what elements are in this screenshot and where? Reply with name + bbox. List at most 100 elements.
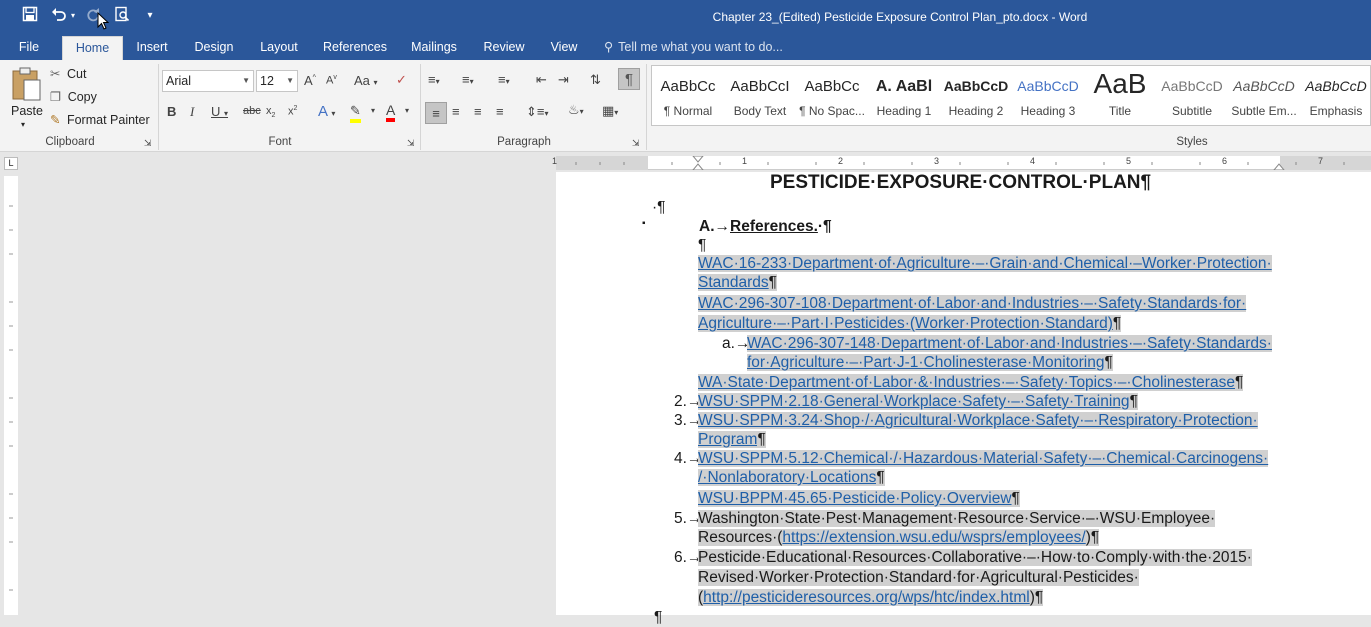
align-center-icon[interactable]: ≡ (452, 104, 460, 119)
style-subtle-emphasis[interactable]: AaBbCcD Subtle Em... (1228, 66, 1300, 126)
link-text[interactable]: WSU·SPPM·2.18·General·Workplace·Safety·–… (698, 393, 1130, 410)
reference-link[interactable]: WAC·296-307-108·Department·of·Labor·and·… (698, 294, 1247, 313)
pilcrow: ¶ (757, 431, 766, 448)
bold-icon[interactable]: B (167, 104, 176, 119)
print-preview-icon[interactable] (113, 6, 131, 26)
employees-link[interactable]: https://extension.wsu.edu/wsprs/employee… (782, 529, 1086, 546)
reference-link[interactable]: WAC·296-307-148·Department·of·Labor·and·… (747, 334, 1272, 353)
shading-icon[interactable]: ♨▾ (568, 102, 584, 118)
style-heading-2[interactable]: AaBbCcD Heading 2 (940, 66, 1012, 126)
change-case-icon[interactable]: Aa ▾ (354, 73, 378, 88)
chevron-down-icon[interactable]: ▼ (286, 71, 294, 91)
vertical-ruler[interactable] (4, 176, 18, 615)
dialog-launcher-icon[interactable]: ⇲ (407, 138, 415, 149)
tab-file[interactable]: File (8, 36, 50, 60)
tab-review[interactable]: Review (476, 36, 532, 60)
style-normal[interactable]: AaBbCc ¶ Normal (652, 66, 724, 126)
link-text[interactable]: Agriculture·–·Part·I·Pesticides·(Worker·… (698, 315, 1113, 332)
style-heading-3[interactable]: AaBbCcD Heading 3 (1012, 66, 1084, 126)
strikethrough-icon[interactable]: abc (243, 105, 261, 117)
customize-toolbar-icon[interactable]: ▾ (144, 6, 156, 26)
undo-icon[interactable] (50, 6, 68, 26)
reference-link[interactable]: WSU·SPPM·3.24·Shop·/·Agricultural·Workpl… (698, 411, 1258, 430)
style-no-spacing[interactable]: AaBbCc ¶ No Spac... (796, 66, 868, 126)
link-text[interactable]: Program (698, 431, 758, 448)
decrease-indent-icon[interactable]: ⇤ (536, 72, 547, 88)
font-color-icon[interactable]: A (386, 102, 396, 122)
sort-icon[interactable]: ⇅ (590, 72, 601, 88)
align-left-icon[interactable]: ≡ (425, 102, 447, 124)
reference-link[interactable]: WSU·SPPM·2.18·General·Workplace·Safety·–… (698, 392, 1138, 411)
chevron-down-icon[interactable]: ▼ (242, 71, 250, 91)
tab-mailings[interactable]: Mailings (404, 36, 464, 60)
reference-link[interactable]: for·Agriculture·–·Part·J-1·Cholinesteras… (747, 353, 1113, 372)
reference-link[interactable]: Agriculture·–·Part·I·Pesticides·(Worker·… (698, 314, 1122, 333)
format-painter-button[interactable]: ✎ Format Painter (50, 112, 150, 127)
save-icon[interactable] (20, 6, 40, 26)
reference-link[interactable]: Program¶ (698, 430, 766, 449)
subscript-icon[interactable]: x2 (266, 105, 275, 119)
reference-link[interactable]: WSU·BPPM·45.65·Pesticide·Policy·Overview… (698, 489, 1020, 508)
pesticide-resources-link[interactable]: http://pesticideresources.org/wps/htc/in… (703, 589, 1030, 606)
reference-link[interactable]: WAC·16-233·Department·of·Agriculture·–·G… (698, 254, 1272, 273)
tab-view[interactable]: View (544, 36, 584, 60)
link-text[interactable]: WA·State·Department·of·Labor·&·Industrie… (698, 374, 1235, 391)
reference-link[interactable]: Standards¶ (698, 273, 777, 292)
reference-link[interactable]: WSU·SPPM·5.12·Chemical·/·Hazardous·Mater… (698, 449, 1269, 468)
link-text[interactable]: WSU·SPPM·5.12·Chemical·/·Hazardous·Mater… (698, 450, 1269, 467)
paste-button[interactable]: Paste ▾ (8, 64, 44, 129)
link-text[interactable]: WAC·296-307-148·Department·of·Labor·and·… (747, 335, 1272, 352)
font-name-box[interactable]: Arial ▼ (162, 70, 254, 92)
link-text[interactable]: WAC·296-307-108·Department·of·Labor·and·… (698, 295, 1247, 312)
highlight-icon[interactable]: ✎ (350, 103, 361, 123)
reference-link[interactable]: /·Nonlaboratory·Locations¶ (698, 468, 885, 487)
tell-me-box[interactable]: ⚲ Tell me what you want to do... (604, 36, 783, 60)
chevron-down-icon[interactable]: ▾ (405, 106, 409, 115)
horizontal-ruler[interactable]: 1 1 2 3 4 5 6 7 (552, 156, 1371, 170)
dialog-launcher-icon[interactable]: ⇲ (632, 138, 640, 149)
font-size-box[interactable]: 12 ▼ (256, 70, 298, 92)
multilevel-list-icon[interactable]: ≡▾ (498, 72, 510, 87)
link-text[interactable]: Standards (698, 274, 769, 291)
document-page[interactable]: PESTICIDE·EXPOSURE·CONTROL·PLAN¶ ·¶ ▪ A.… (556, 172, 1371, 626)
link-text[interactable]: WSU·BPPM·45.65·Pesticide·Policy·Overview (698, 490, 1012, 507)
grow-font-icon[interactable]: A^ (304, 73, 316, 88)
link-text[interactable]: WSU·SPPM·3.24·Shop·/·Agricultural·Workpl… (698, 412, 1258, 429)
dialog-launcher-icon[interactable]: ⇲ (144, 138, 152, 149)
reference-link[interactable]: WA·State·Department·of·Labor·&·Industrie… (698, 373, 1244, 392)
tab-selector-icon[interactable]: L (4, 157, 18, 170)
chevron-down-icon[interactable]: ▾ (371, 106, 375, 115)
reference-text: Pesticide·Educational·Resources·Collabor… (698, 548, 1252, 567)
underline-icon[interactable]: U ▾ (211, 104, 228, 119)
style-heading-1[interactable]: A. AaBl Heading 1 (868, 66, 940, 126)
cut-button[interactable]: ✂ Cut (50, 66, 86, 81)
line-spacing-icon[interactable]: ⇕≡▾ (526, 104, 549, 120)
shrink-font-icon[interactable]: Av (326, 74, 337, 87)
style-body-text[interactable]: AaBbCcI Body Text (724, 66, 796, 126)
clear-formatting-icon[interactable]: ✓ (396, 72, 407, 88)
link-text[interactable]: WAC·16-233·Department·of·Agriculture·–·G… (698, 255, 1272, 272)
style-subtitle[interactable]: AaBbCcD Subtitle (1156, 66, 1228, 126)
tab-insert[interactable]: Insert (128, 36, 176, 60)
superscript-icon[interactable]: x2 (288, 105, 297, 118)
borders-icon[interactable]: ▦▾ (602, 103, 618, 119)
style-title[interactable]: AaB Title (1084, 66, 1156, 126)
tab-design[interactable]: Design (186, 36, 242, 60)
tab-references[interactable]: References (318, 36, 392, 60)
show-formatting-marks-icon[interactable]: ¶ (618, 68, 640, 90)
paste-dropdown-icon[interactable]: ▾ (21, 120, 25, 129)
increase-indent-icon[interactable]: ⇥ (558, 72, 569, 88)
link-text[interactable]: /·Nonlaboratory·Locations (698, 469, 877, 486)
tab-home[interactable]: Home (62, 36, 123, 60)
bullets-icon[interactable]: ≡▾ (428, 72, 440, 87)
text-effects-icon[interactable]: A ▾ (318, 103, 335, 120)
copy-button[interactable]: ❐ Copy (50, 89, 97, 104)
numbering-icon[interactable]: ≡▾ (462, 72, 474, 87)
style-emphasis[interactable]: AaBbCcD Emphasis (1300, 66, 1371, 126)
justify-icon[interactable]: ≡ (496, 104, 504, 119)
align-right-icon[interactable]: ≡ (474, 104, 482, 119)
link-text[interactable]: for·Agriculture·–·Part·J-1·Cholinesteras… (747, 354, 1105, 371)
italic-icon[interactable]: I (190, 104, 194, 120)
undo-dropdown-icon[interactable]: ▾ (69, 6, 77, 26)
tab-layout[interactable]: Layout (250, 36, 308, 60)
